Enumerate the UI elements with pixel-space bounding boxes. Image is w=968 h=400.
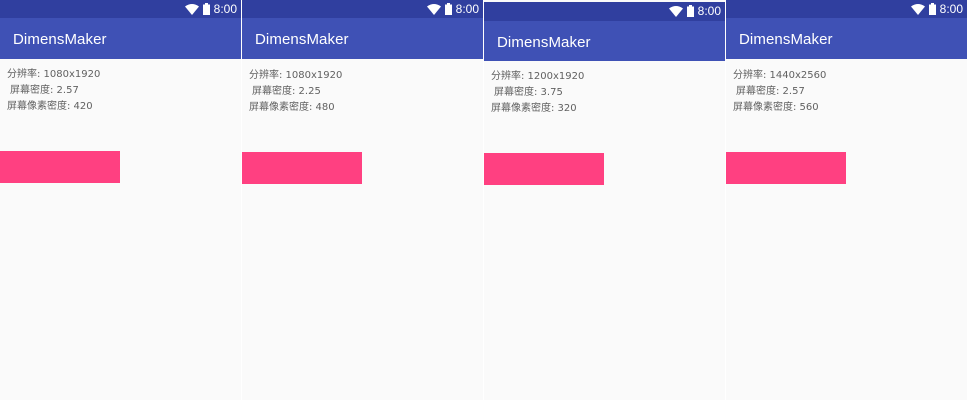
- device-info: 分辨率: 1200x1920 屏幕密度: 3.75 屏幕像素密度: 320: [491, 69, 584, 117]
- phone-screen-4: 8:00 DimensMaker 分辨率: 1440x2560 屏幕密度: 2.…: [726, 0, 967, 400]
- resolution-text: 分辨率: 1080x1920: [249, 70, 343, 81]
- wifi-icon: [184, 3, 199, 15]
- status-time: 8:00: [697, 4, 721, 18]
- status-bar: 8:00: [242, 0, 483, 18]
- battery-icon: [928, 3, 936, 15]
- density-text: 屏幕密度: 2.25: [252, 86, 321, 97]
- app-bar: DimensMaker: [0, 18, 241, 59]
- phone-screen-2: 8:00 DimensMaker 分辨率: 1080x1920 屏幕密度: 2.…: [242, 0, 483, 400]
- battery-icon: [202, 3, 210, 15]
- app-title: DimensMaker: [739, 31, 833, 48]
- status-time: 8:00: [213, 2, 237, 16]
- density-text: 屏幕密度: 3.75: [494, 87, 563, 98]
- accent-block: [726, 152, 846, 184]
- device-info: 分辨率: 1080x1920 屏幕密度: 2.25 屏幕像素密度: 480: [249, 68, 342, 116]
- app-title: DimensMaker: [497, 34, 591, 51]
- resolution-text: 分辨率: 1200x1920: [491, 71, 585, 82]
- status-time: 8:00: [455, 2, 479, 16]
- wifi-icon: [668, 5, 683, 17]
- phone-screen-1: 8:00 DimensMaker 分辨率: 1080x1920 屏幕密度: 2.…: [0, 0, 241, 400]
- app-title: DimensMaker: [13, 31, 107, 48]
- status-icons: 8:00: [910, 0, 963, 18]
- accent-block: [0, 151, 120, 183]
- app-bar: DimensMaker: [242, 18, 483, 59]
- resolution-text: 分辨率: 1080x1920: [7, 69, 101, 80]
- status-icons: 8:00: [426, 0, 479, 18]
- status-bar: 8:00: [726, 0, 967, 18]
- status-bar: 8:00: [484, 2, 725, 21]
- dpi-text: 屏幕像素密度: 560: [733, 102, 819, 113]
- device-screenshots: 8:00 DimensMaker 分辨率: 1080x1920 屏幕密度: 2.…: [0, 0, 968, 400]
- device-info: 分辨率: 1440x2560 屏幕密度: 2.57 屏幕像素密度: 560: [733, 68, 826, 116]
- app-title: DimensMaker: [255, 31, 349, 48]
- wifi-icon: [910, 3, 925, 15]
- battery-icon: [686, 5, 694, 17]
- status-bar: 8:00: [0, 0, 241, 18]
- status-icons: 8:00: [184, 0, 237, 18]
- resolution-text: 分辨率: 1440x2560: [733, 70, 827, 81]
- accent-block: [484, 153, 604, 185]
- dpi-text: 屏幕像素密度: 480: [249, 102, 335, 113]
- dpi-text: 屏幕像素密度: 320: [491, 103, 577, 114]
- app-bar: DimensMaker: [726, 18, 967, 59]
- status-icons: 8:00: [668, 2, 721, 20]
- phone-screen-3: 8:00 DimensMaker 分辨率: 1200x1920 屏幕密度: 3.…: [484, 0, 725, 400]
- dpi-text: 屏幕像素密度: 420: [7, 101, 93, 112]
- accent-block: [242, 152, 362, 184]
- density-text: 屏幕密度: 2.57: [10, 85, 79, 96]
- battery-icon: [444, 3, 452, 15]
- device-info: 分辨率: 1080x1920 屏幕密度: 2.57 屏幕像素密度: 420: [7, 67, 100, 115]
- wifi-icon: [426, 3, 441, 15]
- app-bar: DimensMaker: [484, 21, 725, 61]
- density-text: 屏幕密度: 2.57: [736, 86, 805, 97]
- status-time: 8:00: [939, 2, 963, 16]
